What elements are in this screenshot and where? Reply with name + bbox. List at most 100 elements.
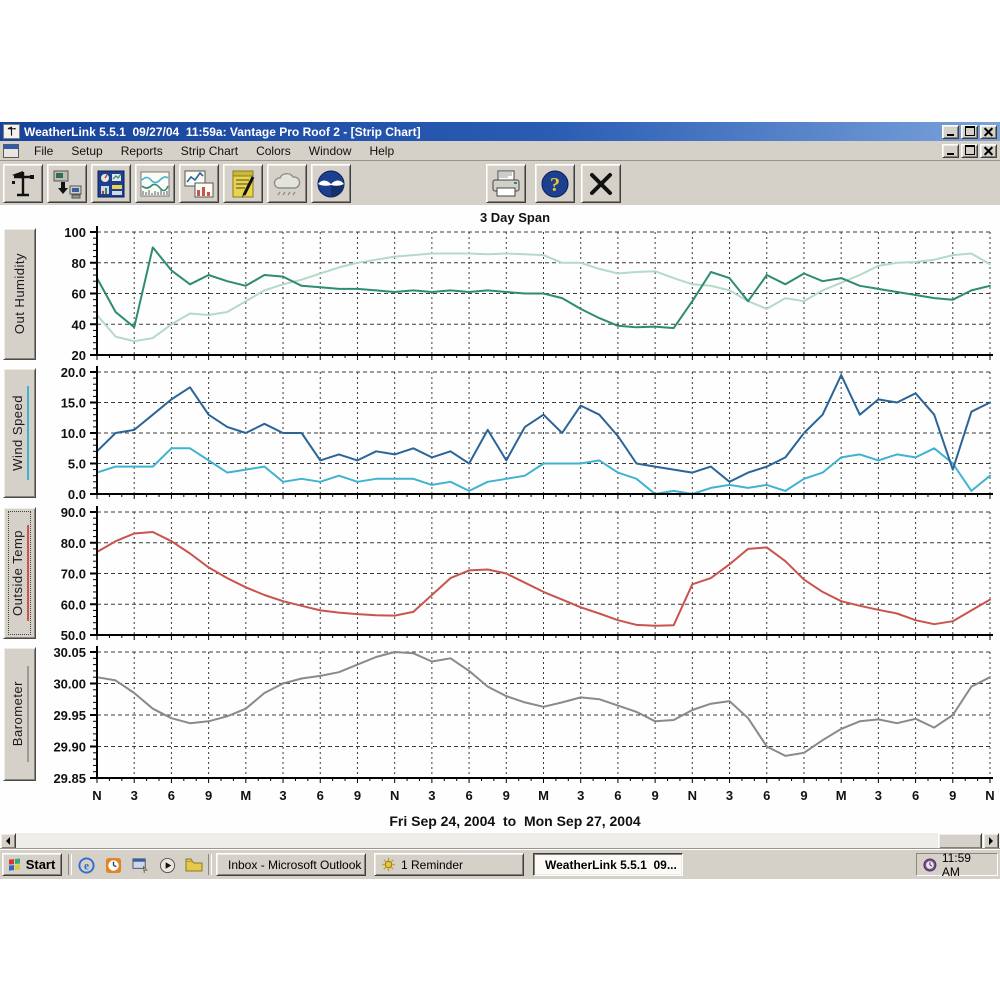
task-label: 1 Reminder <box>401 858 463 872</box>
folder-icon[interactable] <box>184 855 204 875</box>
horizontal-scrollbar[interactable] <box>0 833 1000 849</box>
menu-window[interactable]: Window <box>300 142 361 160</box>
scroll-left-button[interactable] <box>0 833 16 849</box>
x-tick-label: 9 <box>949 788 956 803</box>
strip-chart-button[interactable] <box>135 164 175 203</box>
menu-colors[interactable]: Colors <box>247 142 300 160</box>
y-tick-label: 90.0 <box>61 505 86 520</box>
x-tick-label: 6 <box>763 788 770 803</box>
svg-text:e: e <box>83 860 88 872</box>
x-tick-label: 3 <box>875 788 882 803</box>
taskbar: Start e Inbox - Microsoft Outlook <box>0 849 1000 879</box>
start-label: Start <box>26 857 56 872</box>
y-tick-label: 100 <box>64 225 86 240</box>
x-tick-label: 6 <box>317 788 324 803</box>
print-button[interactable] <box>486 164 526 203</box>
restore-button[interactable] <box>961 125 978 139</box>
y-tick-label: 30.00 <box>53 677 86 692</box>
menu-reports[interactable]: Reports <box>112 142 172 160</box>
minimize-icon <box>947 134 954 136</box>
y-tick-label: 5.0 <box>68 457 86 472</box>
task-button-inbox[interactable]: Inbox - Microsoft Outlook <box>216 853 366 876</box>
y-tick-label: 60.0 <box>61 597 86 612</box>
close-icon <box>984 128 993 137</box>
show-desktop-icon[interactable] <box>130 855 150 875</box>
noaa-icon <box>315 168 347 200</box>
menu-setup[interactable]: Setup <box>62 142 111 160</box>
x-tick-label: N <box>390 788 399 803</box>
weatherlink-window: WeatherLink 5.5.1 09/27/04 11:59a: Vanta… <box>0 122 1000 878</box>
download-button[interactable] <box>47 164 87 203</box>
x-tick-label: 3 <box>726 788 733 803</box>
bulletin-icon <box>95 168 127 200</box>
printer-icon <box>489 168 523 200</box>
y-tick-label: 80.0 <box>61 536 86 551</box>
help-icon: ? <box>539 168 571 200</box>
document-window-icon[interactable] <box>3 144 19 158</box>
svg-text:?: ? <box>550 174 560 196</box>
help-button[interactable]: ? <box>535 164 575 203</box>
weatherlink-app-icon <box>3 124 20 139</box>
toolbar: ? <box>0 162 1000 206</box>
child-restore-button[interactable] <box>961 144 978 158</box>
tray-clock-label: 11:59 AM <box>942 851 991 879</box>
restore-icon <box>965 126 975 136</box>
scrollbar-thumb[interactable] <box>938 833 982 849</box>
y-tick-label: 60 <box>72 287 86 302</box>
y-tick-label: 70.0 <box>61 567 86 582</box>
task-label: WeatherLink 5.5.1 09... <box>545 858 677 872</box>
menu-items: FileSetupReportsStrip ChartColorsWindowH… <box>25 142 403 160</box>
close-window-button[interactable] <box>581 164 621 203</box>
yearbook-button[interactable] <box>223 164 263 203</box>
x-tick-label: M <box>836 788 847 803</box>
station-button[interactable] <box>3 164 43 203</box>
close-icon <box>984 147 993 156</box>
y-tick-label: 40 <box>72 317 86 332</box>
windows-logo-icon <box>9 858 22 871</box>
x-tick-label: 9 <box>205 788 212 803</box>
menu-strip-chart[interactable]: Strip Chart <box>172 142 247 160</box>
system-tray: 11:59 AM <box>916 853 998 876</box>
arrow-right-icon <box>989 837 997 845</box>
noaa-button[interactable] <box>311 164 351 203</box>
y-tick-label: 29.90 <box>53 740 86 755</box>
plot-button[interactable] <box>179 164 219 203</box>
x-tick-label: 3 <box>428 788 435 803</box>
tray-clock-icon[interactable] <box>923 858 937 872</box>
internet-explorer-icon[interactable]: e <box>76 855 96 875</box>
menu-bar: FileSetupReportsStrip ChartColorsWindowH… <box>0 141 1000 161</box>
scroll-right-button[interactable] <box>983 833 999 849</box>
plot-icon <box>183 168 215 200</box>
start-button[interactable]: Start <box>2 853 62 876</box>
x-tick-label: 6 <box>168 788 175 803</box>
media-player-icon[interactable] <box>157 855 177 875</box>
x-tick-label: 9 <box>503 788 510 803</box>
title-bar[interactable]: WeatherLink 5.5.1 09/27/04 11:59a: Vanta… <box>0 122 1000 141</box>
x-tick-label: 3 <box>131 788 138 803</box>
y-tick-label: 30.05 <box>53 645 86 660</box>
task-button-reminder[interactable]: 1 Reminder <box>374 853 524 876</box>
minimize-button[interactable] <box>942 125 959 139</box>
weather-cloud-icon <box>271 168 303 200</box>
menu-file[interactable]: File <box>25 142 62 160</box>
yearbook-icon <box>227 168 259 200</box>
child-close-button[interactable] <box>980 144 997 158</box>
x-tick-label: N <box>985 788 994 803</box>
y-tick-label: 80 <box>72 256 86 271</box>
child-minimize-button[interactable] <box>942 144 959 158</box>
x-tick-label: 9 <box>354 788 361 803</box>
task-button-weatherlink[interactable]: WeatherLink 5.5.1 09... <box>533 853 683 876</box>
date-range-label: Fri Sep 24, 2004 to Mon Sep 27, 2004 <box>60 813 970 829</box>
window-controls <box>942 125 997 139</box>
close-button[interactable] <box>980 125 997 139</box>
menu-help[interactable]: Help <box>360 142 403 160</box>
minimize-icon <box>947 153 954 155</box>
bulletin-button[interactable] <box>91 164 131 203</box>
download-icon <box>51 168 83 200</box>
y-tick-label: 20 <box>72 348 86 363</box>
weather-cloud-button[interactable] <box>267 164 307 203</box>
scheduler-clock-icon[interactable] <box>103 855 123 875</box>
restore-icon <box>965 145 975 155</box>
chart-area: 3 Day Span Out Humidity Wind Speed Outsi… <box>0 205 1000 833</box>
x-tick-label: 9 <box>800 788 807 803</box>
